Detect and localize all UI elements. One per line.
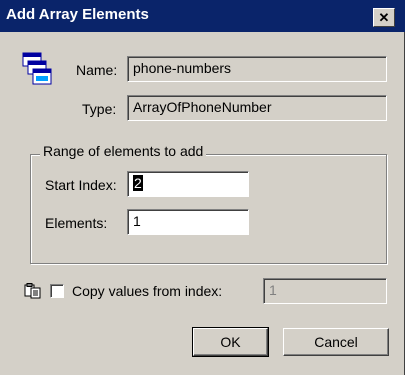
- close-button[interactable]: ✕: [373, 8, 395, 27]
- cancel-button-label: Cancel: [314, 334, 358, 350]
- ok-button-label: OK: [220, 334, 241, 350]
- type-field[interactable]: ArrayOfPhoneNumber: [127, 95, 387, 121]
- cancel-button[interactable]: Cancel: [283, 328, 389, 356]
- copy-values-checkbox[interactable]: [50, 284, 64, 298]
- type-value: ArrayOfPhoneNumber: [133, 99, 272, 115]
- name-field[interactable]: phone-numbers: [127, 56, 387, 82]
- copy-from-index-input[interactable]: 1: [263, 278, 387, 304]
- stacked-windows-icon: [22, 52, 52, 85]
- elements-label: Elements:: [45, 215, 108, 231]
- type-label: Type:: [82, 101, 117, 117]
- name-value: phone-numbers: [133, 60, 232, 76]
- copy-values-label[interactable]: Copy values from index:: [72, 283, 222, 299]
- copy-values-icon: [24, 283, 41, 299]
- start-index-value: 2: [133, 175, 143, 191]
- elements-input[interactable]: 1: [127, 209, 249, 235]
- elements-value: 1: [133, 213, 141, 229]
- start-index-input[interactable]: 2: [127, 171, 249, 197]
- window-title: Add Array Elements: [6, 6, 149, 23]
- ok-button[interactable]: OK: [192, 327, 269, 357]
- close-icon: ✕: [378, 10, 390, 25]
- title-bar[interactable]: Add Array Elements ✕: [0, 0, 405, 32]
- start-index-label: Start Index:: [45, 177, 117, 193]
- range-group-legend: Range of elements to add: [40, 143, 207, 159]
- name-label: Name:: [76, 62, 118, 78]
- add-array-elements-dialog: Add Array Elements ✕ Name: phone-numbers…: [0, 0, 405, 375]
- copy-from-index-value: 1: [269, 282, 277, 298]
